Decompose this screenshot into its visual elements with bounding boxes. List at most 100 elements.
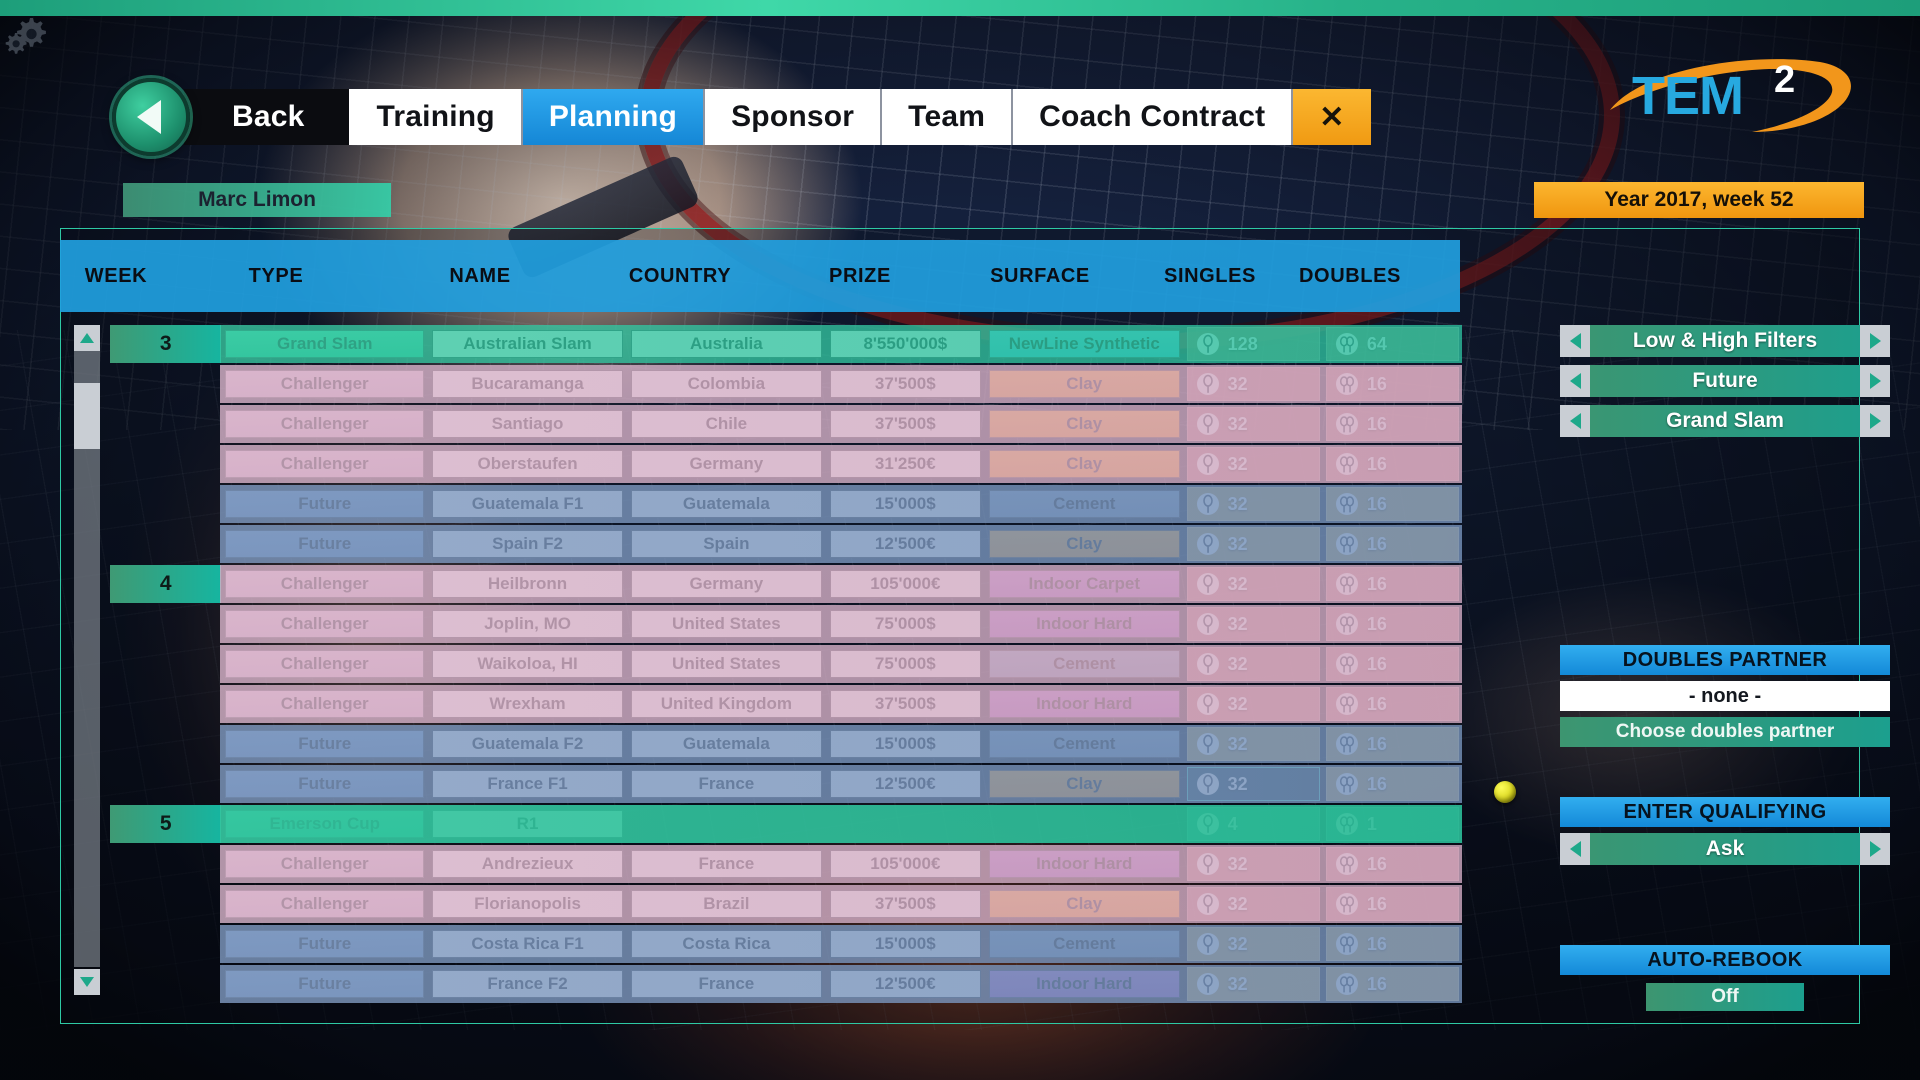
filter-future-prev[interactable] — [1560, 365, 1590, 397]
choose-doubles-partner-button[interactable]: Choose doubles partner — [1560, 717, 1890, 747]
table-row[interactable]: ChallengerJoplin, MOUnited States75'000$… — [110, 605, 1462, 643]
chevron-right-icon — [1869, 333, 1881, 349]
row-week — [110, 685, 221, 723]
top-accent-strip — [0, 0, 1920, 16]
row-week — [110, 525, 221, 563]
scrollbar-thumb[interactable] — [74, 383, 100, 449]
table-row[interactable]: ChallengerWaikoloa, HIUnited States75'00… — [110, 645, 1462, 683]
tab-planning[interactable]: Planning — [522, 89, 706, 145]
table-row[interactable]: 4ChallengerHeilbronnGermany105'000€Indoo… — [110, 565, 1462, 603]
chevron-down-icon — [80, 977, 94, 987]
game-screen: Back Training Planning Sponsor Team Coac… — [0, 0, 1920, 1080]
close-button[interactable]: ✕ — [1293, 89, 1371, 145]
chevron-right-icon — [1869, 413, 1881, 429]
column-header-surface: SURFACE — [990, 264, 1090, 287]
enter-qualifying-next[interactable] — [1860, 833, 1890, 865]
row-week — [110, 365, 221, 403]
table-row[interactable]: ChallengerFlorianopolisBrazil37'500$Clay… — [110, 885, 1462, 923]
gears-icon[interactable] — [4, 12, 50, 61]
row-week — [110, 445, 221, 483]
row-background — [220, 925, 1462, 963]
row-week: 4 — [110, 565, 222, 603]
row-background — [220, 445, 1462, 483]
filter-low-high-prev[interactable] — [1560, 325, 1590, 357]
game-logo: TEM 2 — [1602, 48, 1864, 140]
chevron-up-icon — [80, 333, 94, 343]
player-name-badge: Marc Limon — [123, 183, 391, 217]
filter-future-next[interactable] — [1860, 365, 1890, 397]
row-background — [220, 565, 1462, 603]
table-header: WEEK TYPE NAME COUNTRY PRIZE SURFACE SIN… — [60, 240, 1460, 312]
tab-sponsor[interactable]: Sponsor — [705, 89, 883, 145]
row-week — [110, 405, 221, 443]
chevron-right-icon — [1869, 841, 1881, 857]
table-row[interactable]: FutureFrance F1France12'500€Clay3216 — [110, 765, 1462, 803]
column-header-week: WEEK — [84, 264, 148, 287]
svg-text:TEM: TEM — [1632, 66, 1743, 126]
filter-low-high[interactable]: Low & High Filters — [1560, 325, 1890, 357]
row-week — [110, 925, 221, 963]
filter-grand-slam-next[interactable] — [1860, 405, 1890, 437]
table-row[interactable]: FutureGuatemala F1Guatemala15'000$Cement… — [110, 485, 1462, 523]
filter-grand-slam-label: Grand Slam — [1666, 409, 1784, 432]
doubles-partner-title: DOUBLES PARTNER — [1560, 645, 1890, 675]
table-row[interactable]: 3Grand SlamAustralian SlamAustralia8'550… — [110, 325, 1462, 363]
row-week: 5 — [110, 805, 222, 843]
chevron-left-icon — [1569, 841, 1581, 857]
row-background — [220, 605, 1462, 643]
row-background — [220, 365, 1462, 403]
tennis-ball-cursor — [1494, 781, 1516, 803]
filter-future-label: Future — [1692, 369, 1758, 392]
doubles-partner-value[interactable]: - none - — [1560, 681, 1890, 711]
column-header-name: NAME — [449, 264, 511, 287]
column-header-prize: PRIZE — [829, 264, 891, 287]
filter-low-high-label: Low & High Filters — [1632, 329, 1818, 352]
column-header-doubles: DOUBLES — [1299, 264, 1401, 287]
enter-qualifying-prev[interactable] — [1560, 833, 1590, 865]
auto-rebook-toggle[interactable]: Off — [1646, 983, 1804, 1011]
tournament-list: 3Grand SlamAustralian SlamAustralia8'550… — [110, 325, 1462, 1005]
date-badge: Year 2017, week 52 — [1534, 182, 1864, 218]
table-row[interactable]: ChallengerBucaramangaColombia37'500$Clay… — [110, 365, 1462, 403]
table-row[interactable]: 5Emerson CupR141 — [110, 805, 1462, 843]
row-background — [220, 725, 1462, 763]
filter-grand-slam[interactable]: Grand Slam — [1560, 405, 1890, 437]
tab-back[interactable]: Back — [184, 89, 351, 145]
row-week — [110, 845, 221, 883]
sidebar-controls: Low & High Filters Future Grand Slam DOU… — [1560, 325, 1890, 1011]
table-row[interactable]: FutureFrance F2France12'500€Indoor Hard3… — [110, 965, 1462, 1003]
scroll-down-button[interactable] — [74, 969, 100, 995]
enter-qualifying-selector[interactable]: Ask — [1560, 833, 1890, 865]
filter-future[interactable]: Future — [1560, 365, 1890, 397]
row-background — [220, 765, 1462, 803]
main-nav: Back Training Planning Sponsor Team Coac… — [112, 78, 1371, 156]
row-background — [220, 405, 1462, 443]
back-arrow-button[interactable] — [112, 78, 190, 156]
table-row[interactable]: ChallengerWrexhamUnited Kingdom37'500$In… — [110, 685, 1462, 723]
enter-qualifying-title: ENTER QUALIFYING — [1560, 797, 1890, 827]
tab-training[interactable]: Training — [350, 89, 523, 145]
row-background — [220, 845, 1462, 883]
tournament-list-scrollbar[interactable] — [74, 325, 100, 995]
table-row[interactable]: FutureGuatemala F2Guatemala15'000$Cement… — [110, 725, 1462, 763]
row-week — [110, 725, 221, 763]
column-header-type: TYPE — [248, 264, 304, 287]
table-row[interactable]: FutureCosta Rica F1Costa Rica15'000$Ceme… — [110, 925, 1462, 963]
filter-grand-slam-prev[interactable] — [1560, 405, 1590, 437]
row-background — [220, 325, 1462, 363]
chevron-left-icon — [136, 100, 161, 134]
column-header-country: COUNTRY — [628, 264, 732, 287]
table-row[interactable]: ChallengerOberstaufenGermany31'250€Clay3… — [110, 445, 1462, 483]
tab-team[interactable]: Team — [882, 89, 1014, 145]
row-background — [220, 965, 1462, 1003]
table-row[interactable]: ChallengerSantiagoChile37'500$Clay3216 — [110, 405, 1462, 443]
row-week — [110, 885, 221, 923]
table-row[interactable]: ChallengerAndrezieuxFrance105'000€Indoor… — [110, 845, 1462, 883]
row-week — [110, 965, 221, 1003]
scroll-up-button[interactable] — [74, 325, 100, 351]
row-background — [220, 525, 1462, 563]
tab-coach-contract[interactable]: Coach Contract — [1013, 89, 1294, 145]
filter-low-high-next[interactable] — [1860, 325, 1890, 357]
table-row[interactable]: FutureSpain F2Spain12'500€Clay3216 — [110, 525, 1462, 563]
chevron-left-icon — [1569, 333, 1581, 349]
